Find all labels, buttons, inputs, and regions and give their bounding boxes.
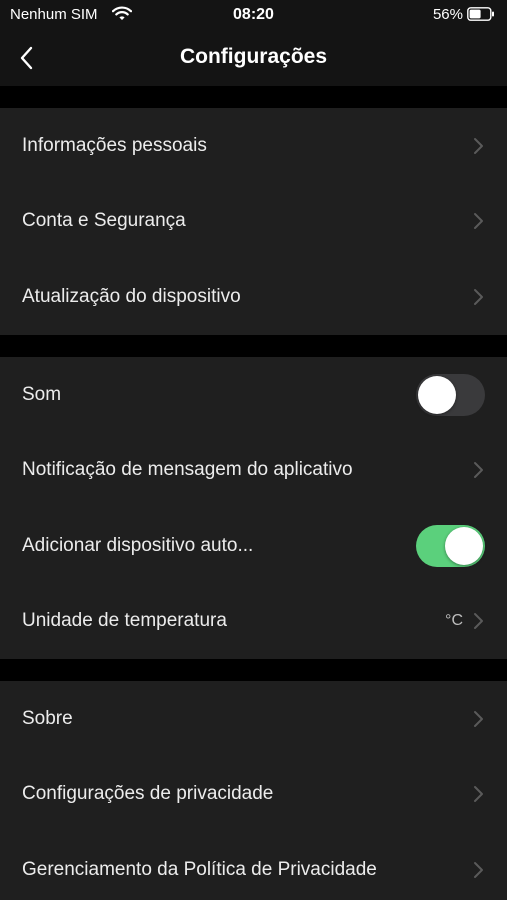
battery-icon	[467, 7, 495, 26]
status-time: 08:20	[233, 6, 274, 23]
battery-percentage: 56%	[432, 6, 463, 23]
page-title: Configurações	[179, 45, 328, 68]
settings-row-configuracoes-de-privacidade[interactable]: Configurações de privacidade	[0, 757, 507, 833]
settings-row-notificacao-de-mensagem-do-aplicativo[interactable]: Notificação de mensagem do aplicativo	[0, 433, 507, 509]
settings-group-2: Som Notificação de mensagem do aplicativo…	[0, 357, 507, 659]
chevron-right-icon	[474, 288, 483, 305]
settings-row-label: Informações pessoais	[22, 134, 207, 156]
settings-row-som[interactable]: Som	[0, 357, 507, 433]
settings-row-sobre[interactable]: Sobre	[0, 681, 507, 757]
toggle-knob	[418, 375, 456, 414]
toggle-switch[interactable]	[416, 373, 485, 416]
settings-row-label: Unidade de temperatura	[22, 610, 227, 632]
settings-row-label: Gerenciamento da Política de Privacidade	[22, 858, 377, 880]
chevron-right-icon	[474, 861, 483, 878]
navigation-bar: Configurações	[0, 30, 507, 86]
chevron-right-icon	[474, 462, 483, 479]
settings-row-label: Configurações de privacidade	[22, 783, 274, 805]
toggle-switch[interactable]	[416, 524, 485, 567]
chevron-right-icon	[474, 213, 483, 230]
status-bar: Nenhum SIM 08:20 56%	[0, 0, 507, 30]
toggle-knob	[445, 526, 483, 565]
settings-row-unidade-de-temperatura[interactable]: Unidade de temperatura °C	[0, 584, 507, 660]
settings-group-1: Informações pessoais Conta e Segurança Atu…	[0, 108, 507, 335]
settings-row-atualizacao-do-dispositivo[interactable]: Atualização do dispositivo	[0, 259, 507, 335]
chevron-right-icon	[474, 137, 483, 154]
settings-row-gerenciamento-da-politica-de-privacidade[interactable]: Gerenciamento da Política de Privacidade	[0, 832, 507, 900]
settings-row-informacoes-pessoais[interactable]: Informações pessoais	[0, 108, 507, 184]
settings-row-label: Sobre	[22, 707, 73, 729]
settings-row-label: Conta e Segurança	[22, 210, 186, 232]
settings-row-label: Notificação de mensagem do aplicativo	[22, 459, 353, 481]
chevron-right-icon	[474, 710, 483, 727]
settings-row-label: Adicionar dispositivo auto...	[22, 534, 254, 556]
settings-row-value: °C	[445, 612, 463, 630]
chevron-right-icon	[474, 613, 483, 630]
settings-row-conta-e-seguranca[interactable]: Conta e Segurança	[0, 184, 507, 260]
settings-row-label: Som	[22, 383, 62, 405]
settings-row-adicionar-dispositivo-auto[interactable]: Adicionar dispositivo auto...	[0, 508, 507, 584]
chevron-right-icon	[474, 786, 483, 803]
settings-row-label: Atualização do dispositivo	[22, 285, 241, 307]
settings-screen: Nenhum SIM 08:20 56% Configurações Infor	[0, 0, 507, 900]
settings-group-3: Sobre Configurações de privacidade Gerenci…	[0, 681, 507, 900]
